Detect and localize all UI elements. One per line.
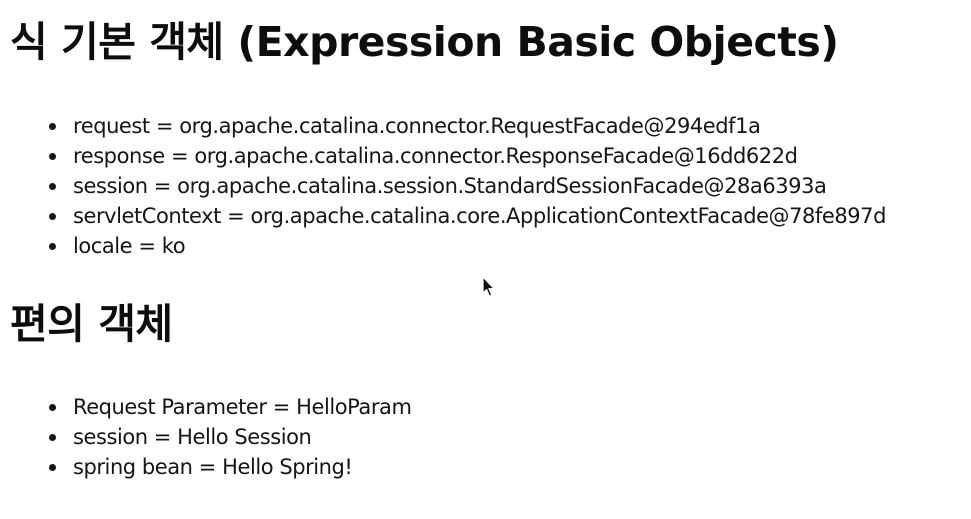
web-page: 식 기본 객체 (Expression Basic Objects) reque… [0, 0, 971, 519]
convenience-objects-list: Request Parameter = HelloParam session =… [0, 392, 412, 482]
bullet-icon [49, 153, 56, 160]
list-item: servletContext = org.apache.catalina.cor… [0, 201, 886, 231]
page-heading-expression-basic-objects: 식 기본 객체 (Expression Basic Objects) [10, 18, 839, 66]
list-item-text: response = org.apache.catalina.connector… [73, 144, 798, 168]
list-item-text: session = Hello Session [73, 425, 312, 449]
bullet-icon [49, 123, 56, 130]
list-item: Request Parameter = HelloParam [0, 392, 412, 422]
bullet-icon [49, 183, 56, 190]
bullet-icon [49, 213, 56, 220]
list-item: session = Hello Session [0, 422, 411, 452]
list-item-text: session = org.apache.catalina.session.St… [73, 174, 827, 198]
list-item-text: servletContext = org.apache.catalina.cor… [73, 204, 886, 228]
expression-basic-objects-list: request = org.apache.catalina.connector.… [0, 111, 886, 261]
list-item-text: locale = ko [73, 234, 186, 258]
list-item: locale = ko [0, 231, 886, 261]
page-heading-convenience-objects: 편의 객체 [10, 300, 173, 348]
list-item: spring bean = Hello Spring! [0, 452, 411, 482]
mouse-pointer-icon [482, 276, 495, 297]
bullet-icon [49, 404, 56, 411]
list-item-text: spring bean = Hello Spring! [73, 455, 353, 479]
bullet-icon [49, 464, 56, 471]
bullet-icon [49, 434, 56, 441]
bullet-icon [49, 243, 56, 250]
list-item-text: Request Parameter = HelloParam [73, 395, 412, 419]
list-item: request = org.apache.catalina.connector.… [0, 111, 886, 141]
list-item-text: request = org.apache.catalina.connector.… [73, 114, 761, 138]
list-item: session = org.apache.catalina.session.St… [0, 171, 886, 201]
list-item: response = org.apache.catalina.connector… [0, 141, 886, 171]
